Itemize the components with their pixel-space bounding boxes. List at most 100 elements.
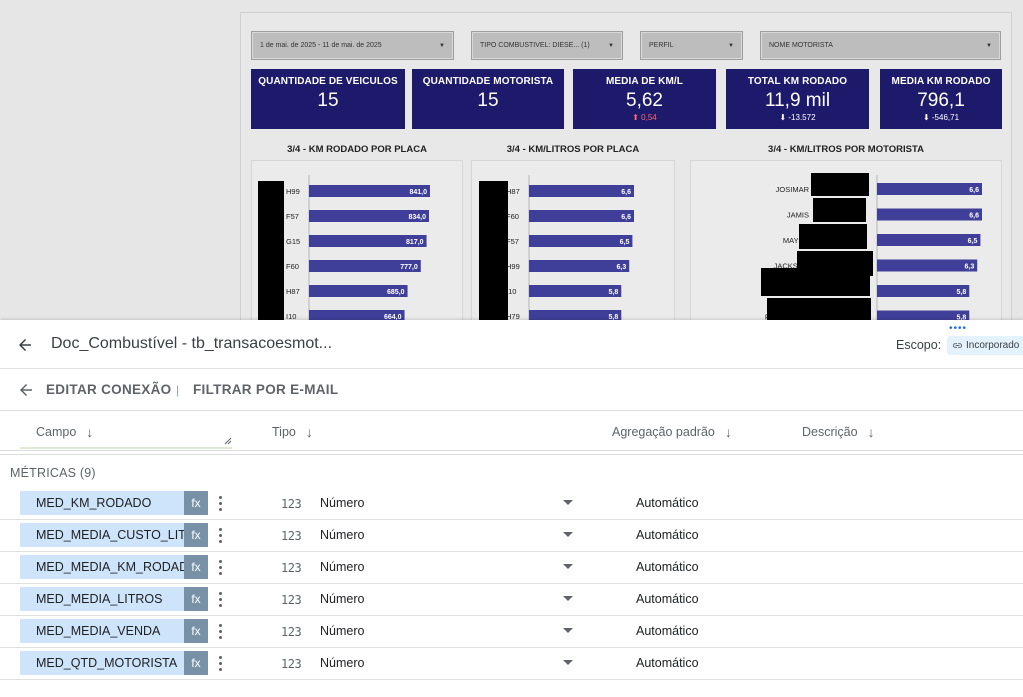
field-type-value: Número <box>320 528 365 542</box>
kpi-title: QUANTIDADE MOTORISTA <box>422 76 554 87</box>
dropdown-arrow-icon: ▼ <box>728 42 734 49</box>
dropdown-caret-icon <box>563 532 573 537</box>
data-source-editor: •••• Doc_Combustível - tb_transacoesmot.… <box>0 320 1023 697</box>
bar[interactable] <box>529 285 622 297</box>
scope-label: Escopo: <box>896 338 942 352</box>
fuel-type-filter[interactable]: TIPO COMBUSTIVEL: DIESE... (1) ▼ <box>471 31 623 60</box>
field-type-select[interactable]: Número <box>320 496 582 514</box>
bar[interactable] <box>529 185 634 197</box>
bar[interactable] <box>529 260 630 272</box>
category-label: H87 <box>506 187 520 196</box>
category-label: H99 <box>506 262 520 271</box>
bar[interactable] <box>529 235 633 247</box>
field-type-value: Número <box>320 496 365 510</box>
kpi-delta: ⬇ -13.572 <box>779 113 816 122</box>
column-header-campo[interactable]: Campo ↓ <box>36 424 93 440</box>
metrics-section-label: MÉTRICAS (9) <box>10 466 96 480</box>
filter-by-email-button[interactable]: FILTRAR POR E-MAIL <box>193 382 338 397</box>
kpi-delta: ⬇ -546,71 <box>922 113 960 122</box>
scope-chip[interactable]: Incorporado <box>947 336 1023 355</box>
field-name-chip[interactable]: MED_MEDIA_LITROS <box>20 587 184 611</box>
formula-fx-button[interactable]: fx <box>184 619 208 643</box>
field-row[interactable]: MED_MEDIA_KM_RODADO fx 123 Número Automático <box>0 552 1023 584</box>
field-name-chip[interactable]: MED_MEDIA_VENDA <box>20 619 184 643</box>
more-options-icon[interactable] <box>214 492 226 514</box>
back-arrow-icon[interactable] <box>14 334 36 356</box>
aggregation-select[interactable]: Automático <box>636 560 699 574</box>
kpi-value: 796,1 <box>917 90 965 111</box>
more-options-icon[interactable] <box>214 524 226 546</box>
aggregation-select[interactable]: Automático <box>636 592 699 606</box>
field-row[interactable]: MED_MEDIA_CUSTO_LIT... fx 123 Número Automát… <box>0 520 1023 552</box>
datasource-name[interactable]: Doc_Combustível - tb_transacoesmot... <box>51 335 332 353</box>
redaction-block <box>479 181 508 334</box>
field-name-chip[interactable]: MED_MEDIA_KM_RODADO <box>20 555 184 579</box>
field-type-value: Número <box>320 656 365 670</box>
dropdown-arrow-icon: ▼ <box>986 42 992 49</box>
bar[interactable] <box>877 234 981 246</box>
date-range-filter[interactable]: 1 de mai. de 2025 - 11 de mai. de 2025 ▼ <box>251 31 454 60</box>
column-header-agregacao[interactable]: Agregação padrão ↓ <box>612 424 732 440</box>
field-row[interactable]: MED_QTD_MOTORISTA fx 123 Número Automático <box>0 648 1023 680</box>
field-name-chip[interactable]: MED_QTD_MOTORISTA <box>20 651 184 675</box>
number-type-icon: 123 <box>281 561 302 575</box>
formula-fx-button[interactable]: fx <box>184 587 208 611</box>
formula-fx-button[interactable]: fx <box>184 555 208 579</box>
field-row[interactable]: MED_KM_RODADO fx 123 Número Automático <box>0 488 1023 520</box>
field-type-select[interactable]: Número <box>320 560 582 578</box>
formula-fx-button[interactable]: fx <box>184 491 208 515</box>
more-options-icon[interactable] <box>214 556 226 578</box>
field-table-header: Campo ↓ Tipo ↓ Agregação padrão ↓ Descri… <box>0 411 1023 451</box>
kpi-value: 5,62 <box>626 90 663 111</box>
back-arrow-icon[interactable] <box>15 379 37 401</box>
bar-value-label: 6,5 <box>968 238 978 245</box>
kpi-title: MEDIA KM RODADO <box>891 76 991 87</box>
field-row[interactable]: MED_MEDIA_VENDA fx 123 Número Automático <box>0 616 1023 648</box>
category-label: G15 <box>286 237 300 246</box>
dropdown-arrow-icon: ▼ <box>439 42 445 49</box>
more-options-icon[interactable] <box>214 652 226 674</box>
date-range-label: 1 de mai. de 2025 - 11 de mai. de 2025 <box>260 42 382 49</box>
bar[interactable] <box>877 183 982 195</box>
bar[interactable] <box>877 208 982 221</box>
profile-filter[interactable]: PERFIL ▼ <box>640 31 743 60</box>
field-type-select[interactable]: Número <box>320 592 582 610</box>
aggregation-select[interactable]: Automático <box>636 624 699 638</box>
bar[interactable] <box>529 210 634 222</box>
field-type-select[interactable]: Número <box>320 656 582 674</box>
field-name-chip[interactable]: MED_MEDIA_CUSTO_LIT... <box>20 523 184 547</box>
bar-value-label: 5,8 <box>609 289 619 296</box>
column-label: Tipo <box>272 425 296 439</box>
kpi-card-vehicles: QUANTIDADE DE VEICULOS 15 <box>251 69 405 129</box>
more-options-icon[interactable] <box>214 620 226 642</box>
column-header-descricao[interactable]: Descrição ↓ <box>802 424 875 440</box>
field-row[interactable]: MED_MEDIA_LITROS fx 123 Número Automático <box>0 584 1023 616</box>
column-header-tipo[interactable]: Tipo ↓ <box>272 424 313 440</box>
field-type-select[interactable]: Número <box>320 624 582 642</box>
aggregation-select[interactable]: Automático <box>636 656 699 670</box>
kpi-card-total-km: TOTAL KM RODADO 11,9 mil ⬇ -13.572 <box>726 69 869 129</box>
kpi-title: TOTAL KM RODADO <box>747 76 848 87</box>
field-type-select[interactable]: Número <box>320 528 582 546</box>
header-divider <box>0 454 1023 455</box>
action-separator: | <box>176 383 180 397</box>
chart-kml-per-driver: 6,6JOSIMAR6,6JAMIS6,5MAYCK6,3JACKSON5,8M… <box>690 160 1002 334</box>
number-type-icon: 123 <box>281 593 302 607</box>
more-options-icon[interactable] <box>214 588 226 610</box>
kpi-value: 15 <box>477 90 499 111</box>
bar[interactable] <box>877 285 970 297</box>
aggregation-select[interactable]: Automático <box>636 528 699 542</box>
field-name-chip[interactable]: MED_KM_RODADO <box>20 491 184 515</box>
aggregation-select[interactable]: Automático <box>636 496 699 510</box>
bar-value-label: 6,6 <box>621 189 631 196</box>
category-label: F57 <box>286 212 299 221</box>
bar[interactable] <box>877 259 978 272</box>
resize-grip-icon[interactable] <box>224 437 232 445</box>
kpi-card-avg-km: MEDIA KM RODADO 796,1 ⬇ -546,71 <box>880 69 1002 129</box>
link-icon <box>952 343 963 348</box>
edit-connection-button[interactable]: EDITAR CONEXÃO <box>46 382 171 397</box>
redaction-block <box>799 224 867 249</box>
driver-name-filter[interactable]: NOME MOTORISTA ▼ <box>760 31 1001 60</box>
formula-fx-button[interactable]: fx <box>184 651 208 675</box>
formula-fx-button[interactable]: fx <box>184 523 208 547</box>
